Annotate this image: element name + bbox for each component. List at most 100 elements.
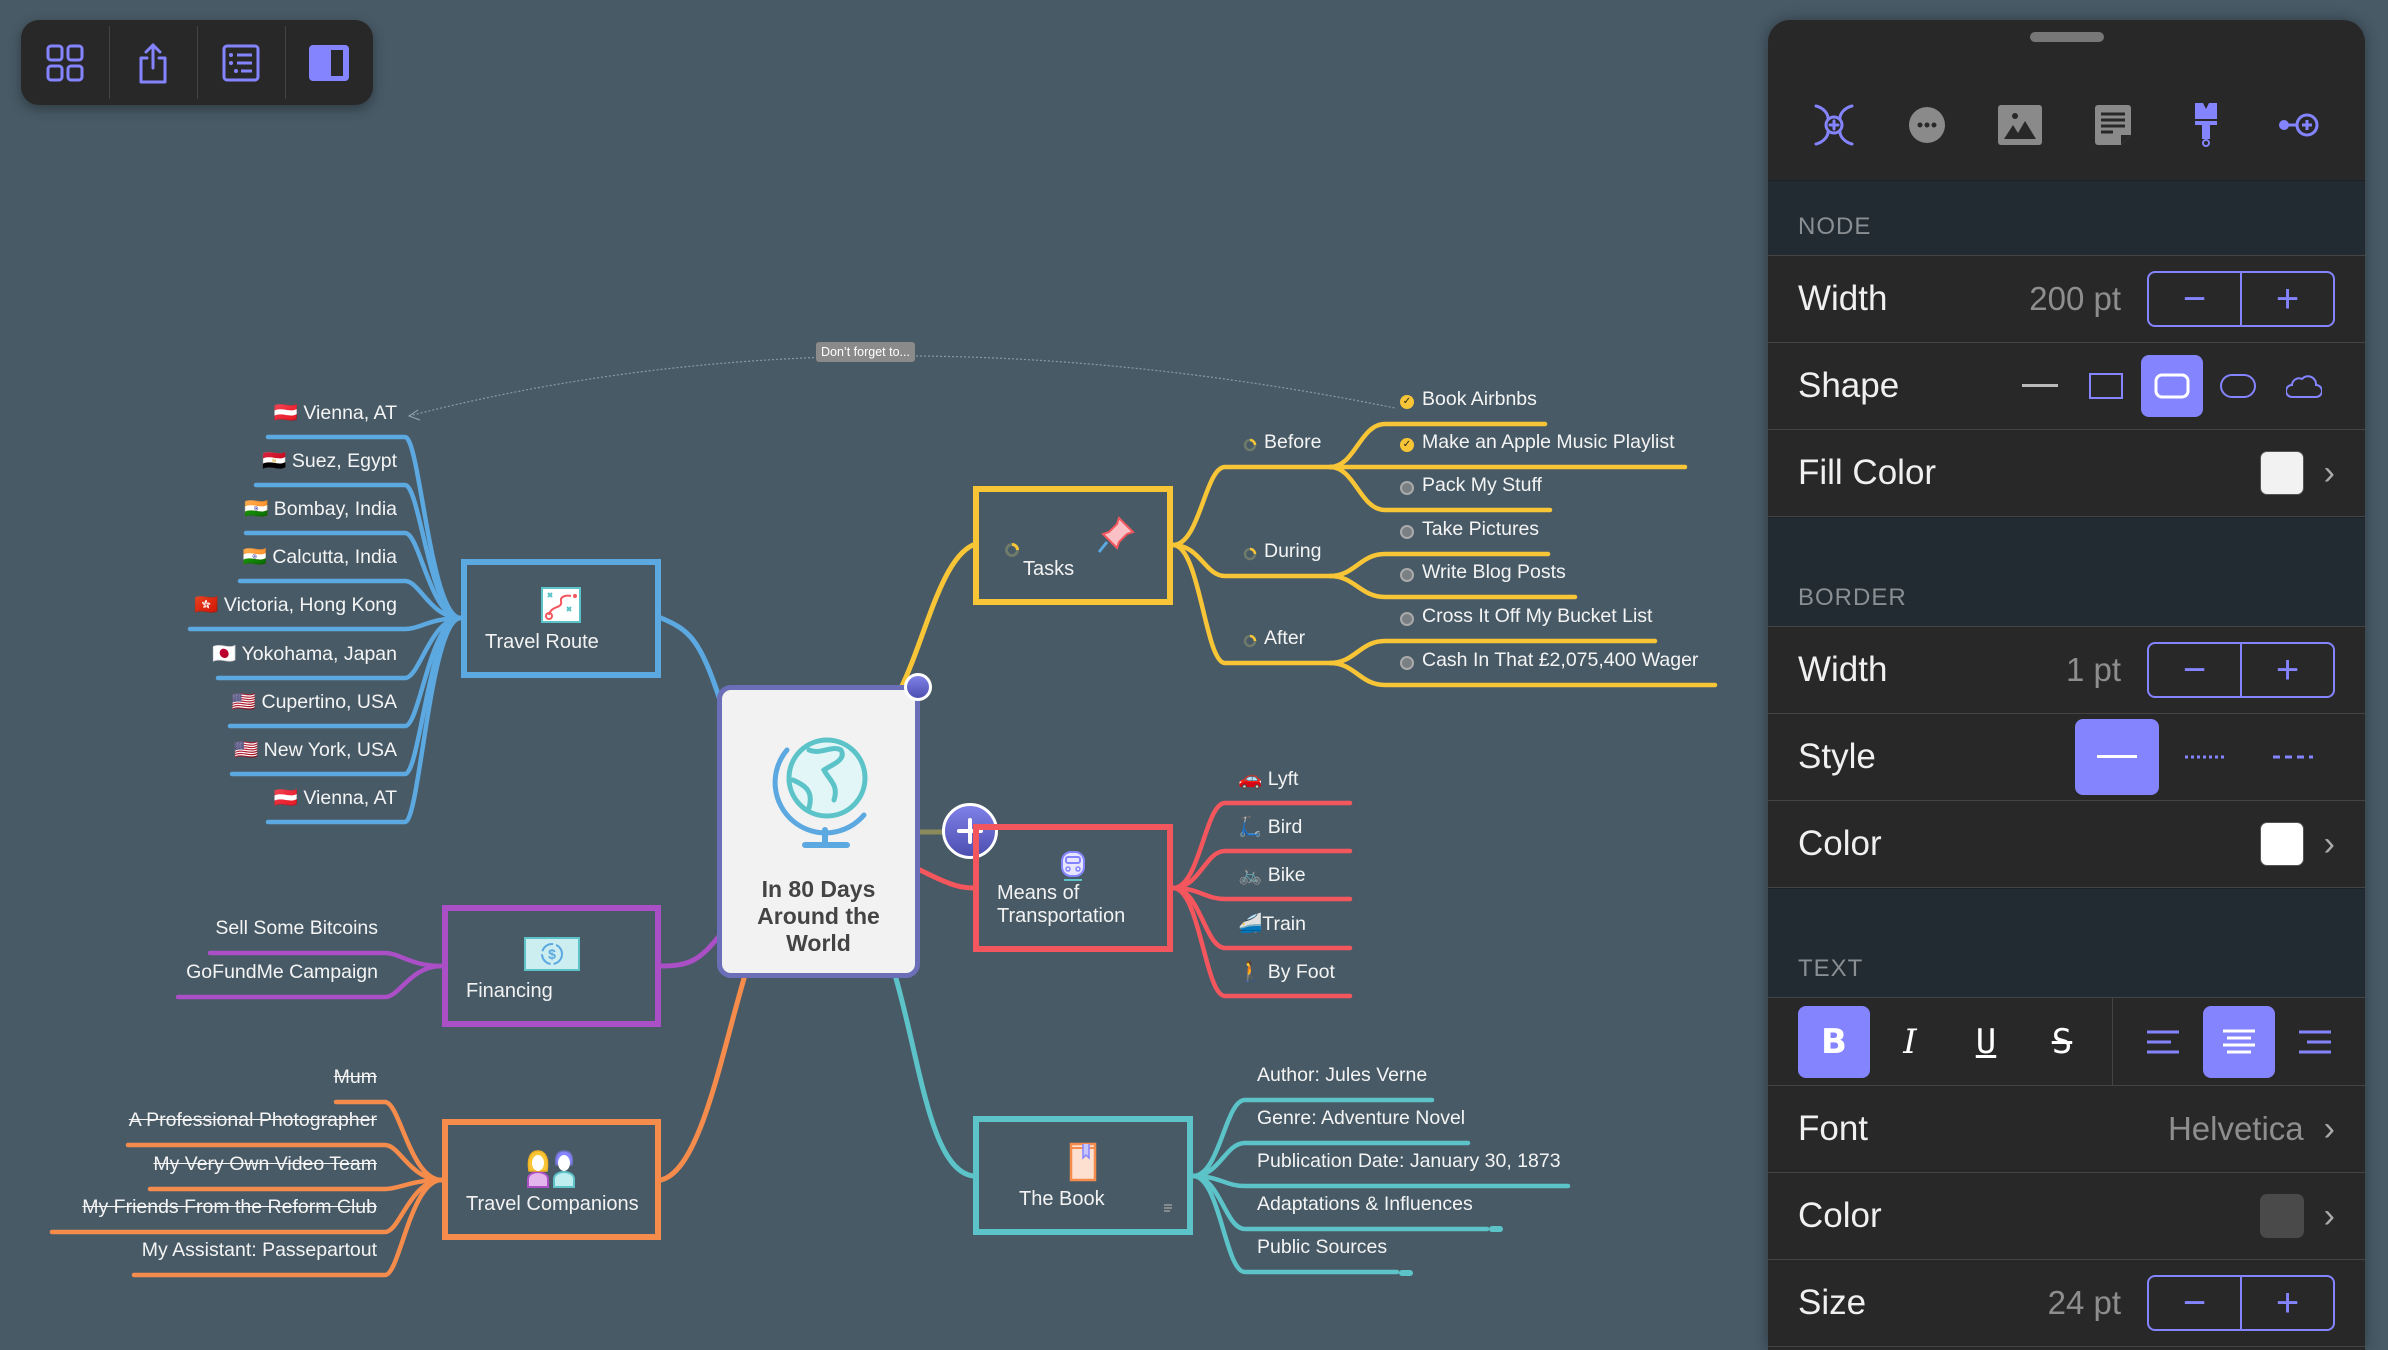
task-group-label[interactable]: Before bbox=[1264, 431, 1321, 454]
transport-child[interactable]: 🛴 Bird bbox=[1238, 815, 1302, 839]
grid-view-button[interactable] bbox=[21, 20, 109, 105]
chevron-right-icon[interactable]: › bbox=[2324, 825, 2335, 864]
italic-button[interactable]: I bbox=[1874, 1006, 1946, 1078]
shape-rounded-rectangle-option[interactable] bbox=[2141, 355, 2203, 417]
task-item[interactable]: Pack My Stuff bbox=[1422, 474, 1542, 497]
book-child[interactable]: Adaptations & Influences bbox=[1257, 1193, 1473, 1216]
align-center-button[interactable] bbox=[2203, 1005, 2275, 1078]
travel-route-child[interactable]: 🇮🇳 Bombay, India bbox=[244, 497, 397, 521]
transport-child[interactable]: 🚲 Bike bbox=[1238, 863, 1306, 887]
unchecked-icon[interactable] bbox=[1400, 656, 1414, 670]
financing-node[interactable]: $ Financing bbox=[442, 905, 661, 1027]
border-style-dotted[interactable] bbox=[2163, 719, 2247, 795]
travel-route-child[interactable]: 🇦🇹 Vienna, AT bbox=[274, 786, 397, 810]
strikethrough-button[interactable]: S bbox=[2026, 1006, 2098, 1078]
companion-child[interactable]: My Very Own Video Team bbox=[153, 1153, 377, 1176]
chevron-right-icon[interactable]: › bbox=[2324, 1197, 2335, 1236]
unchecked-icon[interactable] bbox=[1400, 612, 1414, 626]
inspector-tabs bbox=[1768, 70, 2365, 180]
bold-button[interactable]: B bbox=[1798, 1005, 1870, 1078]
tab-more[interactable] bbox=[1897, 95, 1957, 155]
fill-color-swatch[interactable] bbox=[2259, 451, 2304, 495]
companion-child[interactable]: A Professional Photographer bbox=[129, 1109, 377, 1132]
travel-route-child[interactable]: 🇯🇵 Yokohama, Japan bbox=[212, 642, 397, 666]
border-style-label: Style bbox=[1798, 737, 1876, 776]
task-group-label[interactable]: During bbox=[1264, 540, 1321, 563]
travel-route-child[interactable]: 🇮🇳 Calcutta, India bbox=[243, 545, 397, 569]
shape-rectangle-option[interactable] bbox=[2075, 355, 2137, 417]
text-color-row[interactable]: Color › bbox=[1768, 1173, 2365, 1260]
border-style-solid[interactable] bbox=[2075, 719, 2159, 795]
collapsed-children-icon[interactable] bbox=[1489, 1226, 1503, 1232]
tab-connect[interactable] bbox=[2269, 95, 2329, 155]
financing-child[interactable]: Sell Some Bitcoins bbox=[215, 917, 378, 940]
border-color-swatch[interactable] bbox=[2259, 822, 2304, 866]
connection-handle[interactable] bbox=[904, 673, 932, 701]
checked-icon[interactable]: ✓ bbox=[1400, 395, 1414, 409]
panel-grabber[interactable] bbox=[2029, 32, 2104, 42]
travel-route-child[interactable]: 🇪🇬 Suez, Egypt bbox=[262, 449, 397, 473]
unchecked-icon[interactable] bbox=[1400, 568, 1414, 582]
chevron-right-icon[interactable]: › bbox=[2324, 1110, 2335, 1149]
task-item[interactable]: Cross It Off My Bucket List bbox=[1422, 605, 1652, 628]
border-width-increment[interactable]: + bbox=[2240, 644, 2333, 696]
book-child[interactable]: Publication Date: January 30, 1873 bbox=[1257, 1150, 1561, 1173]
task-item[interactable]: Book Airbnbs bbox=[1422, 388, 1537, 411]
border-color-row[interactable]: Color › bbox=[1768, 801, 2365, 888]
collapsed-children-icon[interactable] bbox=[1399, 1270, 1413, 1276]
text-size-decrement[interactable]: − bbox=[2149, 1277, 2240, 1329]
travel-route-node[interactable]: Travel Route bbox=[461, 559, 661, 678]
book-child[interactable]: Genre: Adventure Novel bbox=[1257, 1107, 1465, 1130]
inspector-panel: NODE Width 200 pt − + Shape Fill Color ›… bbox=[1768, 20, 2365, 1350]
callout-label[interactable]: Don’t forget to... bbox=[816, 342, 915, 362]
task-item[interactable]: Cash In That £2,075,400 Wager bbox=[1422, 649, 1698, 672]
companion-child[interactable]: Mum bbox=[334, 1066, 377, 1089]
unchecked-icon[interactable] bbox=[1400, 481, 1414, 495]
text-size-increment[interactable]: + bbox=[2240, 1277, 2333, 1329]
tab-image[interactable] bbox=[1990, 95, 2050, 155]
travel-route-child[interactable]: 🇺🇸 Cupertino, USA bbox=[232, 690, 397, 714]
node-width-increment[interactable]: + bbox=[2240, 273, 2333, 325]
transport-child[interactable]: 🚶 By Foot bbox=[1238, 960, 1335, 984]
checked-icon[interactable]: ✓ bbox=[1400, 438, 1414, 452]
tab-notes[interactable] bbox=[2083, 95, 2143, 155]
align-left-button[interactable] bbox=[2127, 1006, 2199, 1078]
font-row[interactable]: Font Helvetica › bbox=[1768, 1086, 2365, 1173]
shape-capsule-option[interactable] bbox=[2207, 355, 2269, 417]
fill-color-row[interactable]: Fill Color › bbox=[1768, 430, 2365, 517]
inspector-toggle-button[interactable] bbox=[285, 20, 373, 105]
node-width-decrement[interactable]: − bbox=[2149, 273, 2240, 325]
companion-child[interactable]: My Assistant: Passepartout bbox=[142, 1239, 377, 1262]
outline-button[interactable] bbox=[197, 20, 285, 105]
the-book-node[interactable]: The Book bbox=[973, 1116, 1193, 1235]
travel-route-child[interactable]: 🇺🇸 New York, USA bbox=[234, 738, 397, 762]
task-item[interactable]: Take Pictures bbox=[1422, 518, 1539, 541]
task-item[interactable]: Make an Apple Music Playlist bbox=[1422, 431, 1675, 454]
tab-topic-style[interactable] bbox=[1804, 95, 1864, 155]
book-child[interactable]: Author: Jules Verne bbox=[1257, 1064, 1427, 1087]
align-right-button[interactable] bbox=[2279, 1006, 2351, 1078]
text-color-swatch[interactable] bbox=[2259, 1194, 2304, 1238]
task-item[interactable]: Write Blog Posts bbox=[1422, 561, 1566, 584]
tab-style-brush[interactable] bbox=[2176, 95, 2236, 155]
shape-cloud-option[interactable] bbox=[2273, 355, 2335, 417]
travel-companions-node[interactable]: Travel Companions bbox=[442, 1119, 661, 1240]
border-width-decrement[interactable]: − bbox=[2149, 644, 2240, 696]
transport-child[interactable]: 🚗 Lyft bbox=[1238, 767, 1298, 791]
chevron-right-icon[interactable]: › bbox=[2324, 454, 2335, 493]
unchecked-icon[interactable] bbox=[1400, 525, 1414, 539]
transportation-node[interactable]: Means of Transportation bbox=[973, 824, 1173, 952]
share-button[interactable] bbox=[109, 20, 197, 105]
border-style-dashed[interactable] bbox=[2251, 719, 2335, 795]
companion-child[interactable]: My Friends From the Reform Club bbox=[82, 1196, 377, 1219]
tasks-node[interactable]: Tasks bbox=[973, 486, 1173, 605]
central-topic-node[interactable]: In 80 Days Around the World bbox=[717, 685, 920, 978]
travel-route-child[interactable]: 🇦🇹 Vienna, AT bbox=[274, 401, 397, 425]
travel-route-child[interactable]: 🇭🇰 Victoria, Hong Kong bbox=[194, 593, 397, 617]
transport-child[interactable]: 🚄Train bbox=[1238, 912, 1306, 936]
task-group-label[interactable]: After bbox=[1264, 627, 1305, 650]
shape-line-option[interactable] bbox=[2009, 355, 2071, 417]
financing-child[interactable]: GoFundMe Campaign bbox=[186, 961, 378, 984]
book-child[interactable]: Public Sources bbox=[1257, 1236, 1387, 1259]
underline-button[interactable]: U bbox=[1950, 1006, 2022, 1078]
